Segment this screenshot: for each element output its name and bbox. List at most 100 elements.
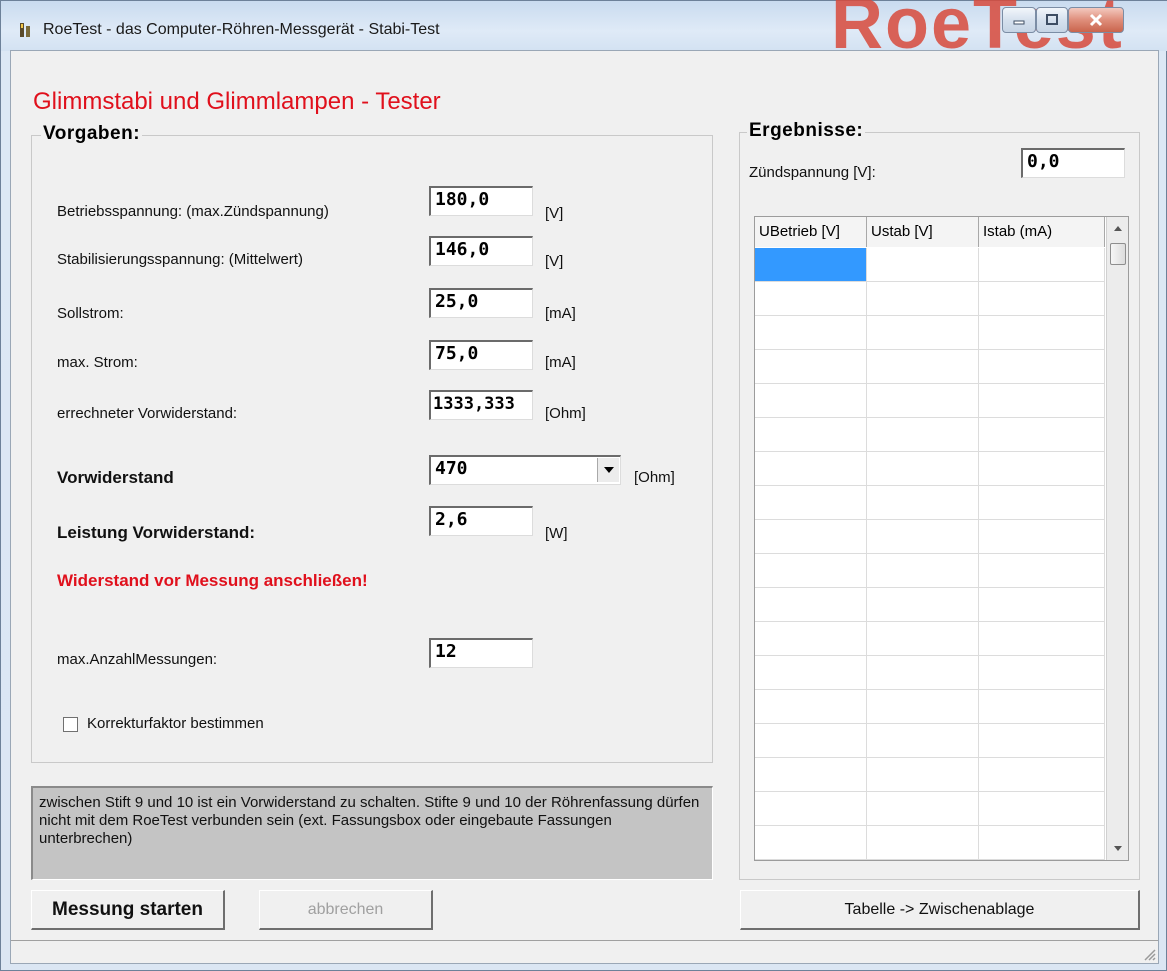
table-cell[interactable] xyxy=(755,690,867,723)
table-cell[interactable] xyxy=(867,486,979,519)
table-cell[interactable] xyxy=(755,758,867,791)
max-strom-input[interactable]: 75,0 xyxy=(429,340,533,370)
table-cell[interactable] xyxy=(867,690,979,723)
table-cell[interactable] xyxy=(867,316,979,349)
table-cell[interactable] xyxy=(755,282,867,315)
minimize-button[interactable] xyxy=(1002,7,1036,33)
table-cell[interactable] xyxy=(979,758,1105,791)
column-header-istab[interactable]: Istab (mA) xyxy=(979,217,1105,247)
table-cell[interactable] xyxy=(979,418,1105,451)
table-row[interactable] xyxy=(755,384,1105,418)
table-row[interactable] xyxy=(755,520,1105,554)
vertical-scrollbar[interactable] xyxy=(1106,217,1128,860)
table-row[interactable] xyxy=(755,282,1105,316)
table-cell[interactable] xyxy=(979,554,1105,587)
scroll-up-button[interactable] xyxy=(1107,219,1128,237)
table-cell[interactable] xyxy=(755,826,867,859)
vorwiderstand-calc-input[interactable]: 1333,333 xyxy=(429,390,533,420)
table-cell[interactable] xyxy=(755,622,867,655)
table-cell[interactable] xyxy=(979,248,1105,281)
table-cell[interactable] xyxy=(755,520,867,553)
table-row[interactable] xyxy=(755,724,1105,758)
scroll-down-button[interactable] xyxy=(1107,839,1128,857)
table-row[interactable] xyxy=(755,792,1105,826)
vorwiderstand-select[interactable]: 470 xyxy=(429,455,621,485)
betriebsspannung-input[interactable]: 180,0 xyxy=(429,186,533,216)
table-cell[interactable] xyxy=(755,554,867,587)
table-row[interactable] xyxy=(755,554,1105,588)
table-cell[interactable] xyxy=(867,282,979,315)
start-measurement-button[interactable]: Messung starten xyxy=(31,890,225,930)
table-cell[interactable] xyxy=(755,588,867,621)
table-cell[interactable] xyxy=(867,724,979,757)
table-cell[interactable] xyxy=(867,792,979,825)
table-cell[interactable] xyxy=(755,792,867,825)
table-cell[interactable] xyxy=(979,622,1105,655)
table-cell[interactable] xyxy=(979,486,1105,519)
zuendspannung-input[interactable]: 0,0 xyxy=(1021,148,1125,178)
table-cell[interactable] xyxy=(979,792,1105,825)
table-cell[interactable] xyxy=(867,588,979,621)
table-row[interactable] xyxy=(755,588,1105,622)
column-header-ubetrieb[interactable]: UBetrieb [V] xyxy=(755,217,867,247)
table-cell[interactable] xyxy=(867,520,979,553)
results-table[interactable]: UBetrieb [V] Ustab [V] Istab (mA) xyxy=(754,216,1129,861)
table-cell[interactable] xyxy=(867,622,979,655)
table-cell[interactable] xyxy=(867,384,979,417)
table-cell[interactable] xyxy=(979,588,1105,621)
table-cell[interactable] xyxy=(755,452,867,485)
column-header-ustab[interactable]: Ustab [V] xyxy=(867,217,979,247)
table-cell[interactable] xyxy=(979,384,1105,417)
table-row[interactable] xyxy=(755,486,1105,520)
table-cell[interactable] xyxy=(979,350,1105,383)
table-cell[interactable] xyxy=(867,826,979,859)
table-cell[interactable] xyxy=(755,350,867,383)
table-cell[interactable] xyxy=(755,384,867,417)
table-cell[interactable] xyxy=(867,418,979,451)
table-cell[interactable] xyxy=(755,418,867,451)
stabilisierungsspannung-input[interactable]: 146,0 xyxy=(429,236,533,266)
table-row[interactable] xyxy=(755,316,1105,350)
resize-grip-icon[interactable] xyxy=(1140,945,1156,961)
table-row[interactable] xyxy=(755,656,1105,690)
table-row[interactable] xyxy=(755,418,1105,452)
copy-table-button[interactable]: Tabelle -> Zwischenablage xyxy=(740,890,1140,930)
table-cell[interactable] xyxy=(979,316,1105,349)
table-row[interactable] xyxy=(755,758,1105,792)
title-bar[interactable]: RoeTest - das Computer-Röhren-Messgerät … xyxy=(1,0,1167,64)
table-cell[interactable] xyxy=(755,656,867,689)
max-messungen-input[interactable]: 12 xyxy=(429,638,533,668)
table-row[interactable] xyxy=(755,690,1105,724)
table-cell[interactable] xyxy=(867,758,979,791)
table-cell[interactable] xyxy=(979,656,1105,689)
table-cell[interactable] xyxy=(755,486,867,519)
leistung-input[interactable]: 2,6 xyxy=(429,506,533,536)
table-cell[interactable] xyxy=(979,724,1105,757)
scrollbar-thumb[interactable] xyxy=(1110,243,1126,265)
sollstrom-input[interactable]: 25,0 xyxy=(429,288,533,318)
table-cell[interactable] xyxy=(979,690,1105,723)
table-cell[interactable] xyxy=(979,282,1105,315)
korrektur-label[interactable]: Korrekturfaktor bestimmen xyxy=(87,715,264,732)
table-cell[interactable] xyxy=(867,554,979,587)
table-row[interactable] xyxy=(755,826,1105,860)
table-cell[interactable] xyxy=(867,350,979,383)
table-cell[interactable] xyxy=(755,316,867,349)
korrektur-checkbox[interactable] xyxy=(63,717,78,732)
table-cell[interactable] xyxy=(979,452,1105,485)
table-cell[interactable] xyxy=(867,248,979,281)
table-cell[interactable] xyxy=(867,656,979,689)
table-cell[interactable] xyxy=(867,452,979,485)
table-row[interactable] xyxy=(755,452,1105,486)
maximize-button[interactable] xyxy=(1036,7,1068,33)
table-cell[interactable] xyxy=(979,826,1105,859)
close-button[interactable] xyxy=(1068,7,1124,33)
table-cell[interactable] xyxy=(755,724,867,757)
table-row[interactable] xyxy=(755,248,1105,282)
dropdown-button[interactable] xyxy=(597,458,619,482)
table-row[interactable] xyxy=(755,350,1105,384)
table-cell[interactable] xyxy=(979,520,1105,553)
table-row[interactable] xyxy=(755,622,1105,656)
table-cell[interactable] xyxy=(755,248,867,281)
abort-button[interactable]: abbrechen xyxy=(259,890,433,930)
